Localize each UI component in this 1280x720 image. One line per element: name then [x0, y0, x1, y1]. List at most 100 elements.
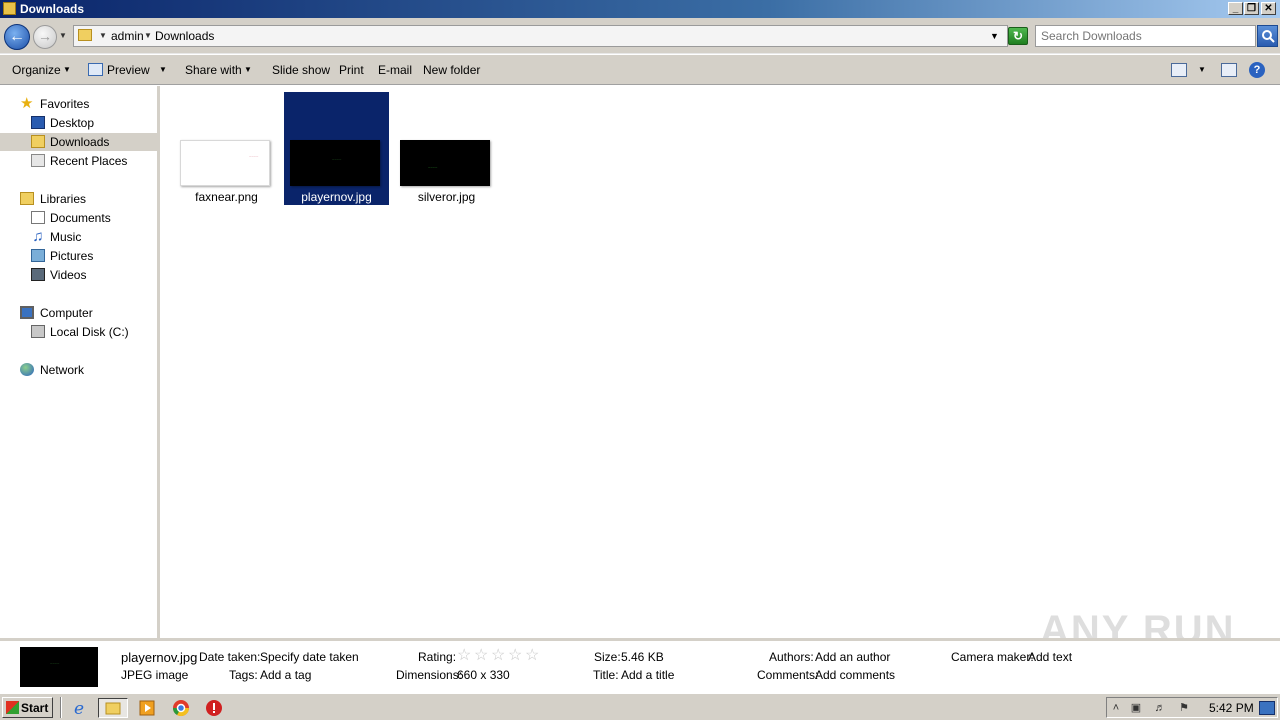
nav-favorites[interactable]: ★ Favorites: [0, 95, 157, 113]
nav-label: Desktop: [50, 116, 95, 130]
email-button[interactable]: E-mail: [378, 63, 412, 77]
file-thumbnail: ~~~~: [290, 140, 380, 186]
nav-downloads[interactable]: Downloads: [0, 133, 157, 151]
slide-show-button[interactable]: Slide show: [272, 63, 330, 77]
size-value: 5.46 KB: [621, 650, 664, 664]
help-icon[interactable]: ?: [1249, 62, 1265, 78]
volume-icon[interactable]: ♬: [1153, 701, 1167, 715]
nav-documents[interactable]: Documents: [0, 209, 157, 227]
title-value[interactable]: Add a title: [621, 668, 674, 682]
rating-star-icon[interactable]: ☆: [457, 648, 471, 664]
search-button[interactable]: [1257, 25, 1278, 47]
nav-music[interactable]: ♫ Music: [0, 228, 157, 246]
navigation-pane: ★ Favorites Desktop Downloads Recent Pla…: [0, 86, 157, 638]
nav-label: Network: [40, 363, 85, 377]
details-pane: ~~~~ playernov.jpg JPEG image Date taken…: [0, 638, 1280, 691]
address-field[interactable]: ▼ admin ▼ Downloads ▼: [73, 25, 1008, 47]
system-tray: ˄ ▣ ♬ ⚑ 5:42 PM: [1106, 697, 1278, 718]
show-desktop-icon[interactable]: [1259, 701, 1275, 715]
organize-dropdown-icon[interactable]: ▼: [63, 65, 71, 74]
title-label: Title:: [593, 668, 619, 682]
nav-label: Recent Places: [50, 154, 128, 168]
file-item-faxnear[interactable]: ~~~~ faxnear.png: [174, 92, 279, 205]
camera-maker-value[interactable]: Add text: [1028, 650, 1072, 664]
libraries-icon: [20, 192, 34, 205]
share-with-button[interactable]: Share with: [185, 63, 242, 77]
new-folder-button[interactable]: New folder: [423, 63, 480, 77]
start-button[interactable]: Start: [2, 697, 53, 718]
nav-local-disk[interactable]: Local Disk (C:): [0, 323, 157, 341]
change-view-icon[interactable]: [1171, 63, 1187, 77]
folder-icon: [78, 29, 92, 41]
print-button[interactable]: Print: [339, 63, 364, 77]
network-icon: [20, 363, 34, 376]
nav-desktop[interactable]: Desktop: [0, 114, 157, 132]
windows-explorer-icon[interactable]: [98, 698, 128, 718]
comments-label: Comments:: [757, 668, 819, 682]
stop-icon[interactable]: [204, 698, 224, 718]
file-thumbnail: ~~~~: [180, 140, 270, 186]
preview-pane-icon[interactable]: [1221, 63, 1237, 77]
minimize-button[interactable]: _: [1228, 2, 1243, 15]
address-dropdown-icon[interactable]: ▼: [990, 31, 999, 41]
comments-value[interactable]: Add comments: [815, 668, 895, 682]
nav-pictures[interactable]: Pictures: [0, 247, 157, 265]
breadcrumb-admin[interactable]: admin: [111, 29, 144, 43]
nav-computer[interactable]: Computer: [0, 304, 157, 322]
rating-star-icon[interactable]: ☆: [491, 648, 505, 664]
internet-explorer-icon[interactable]: e: [70, 698, 90, 719]
organize-button[interactable]: Organize: [12, 63, 61, 77]
forward-button[interactable]: →: [33, 25, 57, 49]
computer-icon: [20, 306, 34, 319]
nav-label: Documents: [50, 211, 111, 225]
nav-recent-places[interactable]: Recent Places: [0, 152, 157, 170]
rating-star-icon[interactable]: ☆: [508, 648, 522, 664]
file-item-playernov[interactable]: ~~~~ playernov.jpg: [284, 92, 389, 205]
authors-value[interactable]: Add an author: [815, 650, 890, 664]
share-with-dropdown-icon[interactable]: ▼: [244, 65, 252, 74]
nav-label: Music: [50, 230, 82, 244]
nav-label: Favorites: [40, 97, 90, 111]
breadcrumb-downloads[interactable]: Downloads: [155, 29, 214, 43]
search-field[interactable]: [1035, 25, 1256, 47]
breadcrumb-arrow-icon[interactable]: ▼: [144, 31, 152, 40]
nav-videos[interactable]: Videos: [0, 266, 157, 284]
file-item-silveror[interactable]: ~~~~ silveror.jpg: [394, 92, 499, 205]
details-filename: playernov.jpg: [121, 650, 198, 665]
nav-libraries[interactable]: Libraries: [0, 190, 157, 208]
recent-places-icon: [31, 154, 45, 167]
tags-value[interactable]: Add a tag: [260, 668, 311, 682]
back-button[interactable]: ←: [4, 24, 30, 50]
media-player-icon[interactable]: [137, 698, 157, 718]
details-thumbnail: ~~~~: [20, 647, 98, 687]
maximize-button[interactable]: ❐: [1244, 2, 1259, 15]
videos-icon: [31, 268, 45, 281]
nav-label: Computer: [40, 306, 93, 320]
rating-star-icon[interactable]: ☆: [525, 648, 539, 664]
nav-network[interactable]: Network: [0, 361, 157, 379]
nav-label: Videos: [50, 268, 87, 282]
preview-button[interactable]: Preview: [107, 63, 150, 77]
view-dropdown-icon[interactable]: ▼: [1198, 65, 1206, 74]
file-name: playernov.jpg: [301, 190, 372, 204]
breadcrumb-arrow-icon[interactable]: ▼: [99, 31, 107, 40]
thumbnail-content: ~~~~: [50, 661, 60, 666]
details-filetype: JPEG image: [121, 668, 189, 682]
refresh-button[interactable]: ↻: [1008, 27, 1028, 45]
nav-label: Libraries: [40, 192, 87, 206]
rating-star-icon[interactable]: ☆: [474, 648, 488, 664]
recent-pages-dropdown[interactable]: ▼: [59, 31, 67, 40]
nav-label: Pictures: [50, 249, 94, 263]
action-center-flag-icon[interactable]: ⚑: [1177, 701, 1191, 715]
close-button[interactable]: ✕: [1261, 2, 1276, 15]
disk-icon: [31, 325, 45, 338]
authors-label: Authors:: [769, 650, 814, 664]
preview-dropdown-icon[interactable]: ▼: [159, 65, 167, 74]
tray-expand-icon[interactable]: ˄: [1109, 701, 1123, 715]
nav-label: Local Disk (C:): [50, 325, 129, 339]
chrome-icon[interactable]: [171, 698, 191, 718]
date-taken-value[interactable]: Specify date taken: [260, 650, 359, 664]
network-status-icon[interactable]: ▣: [1129, 701, 1143, 715]
search-input[interactable]: [1041, 27, 1241, 45]
clock[interactable]: 5:42 PM: [1209, 701, 1254, 715]
